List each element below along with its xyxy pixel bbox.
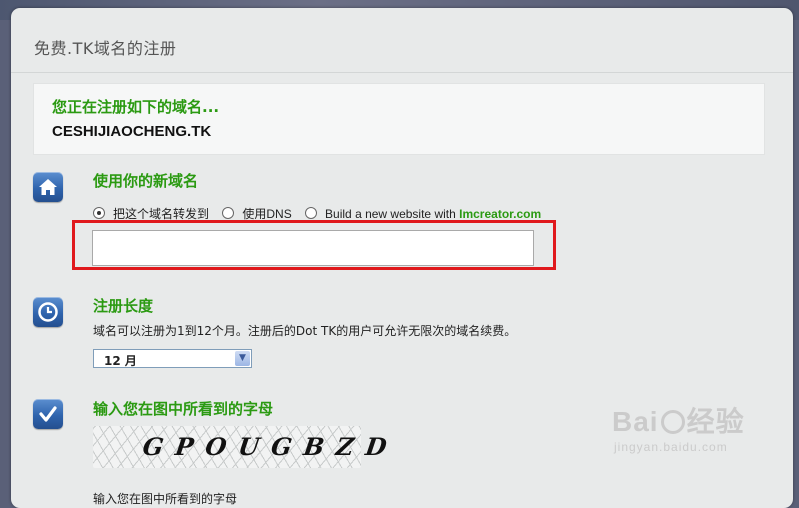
domain-name: CESHIJIAOCHENG.TK: [52, 123, 212, 140]
radio-website-builder[interactable]: Build a new website with Imcreator.com: [305, 207, 541, 221]
page-title: 免费.TK域名的注册: [34, 39, 177, 58]
radio-website-builder-label[interactable]: Build a new website with: [325, 207, 459, 221]
imcreator-link[interactable]: Imcreator.com: [459, 207, 541, 221]
domain-summary-box: 您正在注册如下的域名... CESHIJIAOCHENG.TK: [33, 83, 765, 155]
header-divider: [11, 72, 793, 73]
watermark-brand-right: 经验: [686, 406, 745, 437]
radio-forward[interactable]: 把这个域名转发到: [93, 207, 219, 221]
period-select[interactable]: 12 月 ▼: [93, 349, 252, 368]
checkmark-icon: [33, 399, 63, 429]
watermark-url: jingyan.baidu.com: [614, 440, 728, 454]
radio-dns[interactable]: 使用DNS: [222, 207, 301, 221]
red-highlight-box: [72, 220, 556, 270]
section-title-use-domain: 使用你的新域名: [93, 172, 199, 190]
captcha-image: GPOUGBZD: [93, 426, 401, 468]
radio-website-builder-indicator[interactable]: [305, 207, 318, 219]
length-description: 域名可以注册为1到12个月。注册后的Dot TK的用户可允许无限次的域名续费。: [93, 324, 517, 338]
period-select-value: 12 月: [104, 354, 137, 368]
section-title-captcha: 输入您在图中所看到的字母: [93, 400, 274, 418]
radio-dns-indicator[interactable]: [222, 207, 235, 219]
radio-forward-indicator[interactable]: [93, 207, 105, 219]
radio-forward-label[interactable]: 把这个域名转发到: [113, 207, 209, 221]
captcha-instruction: 输入您在图中所看到的字母: [93, 492, 238, 506]
clock-icon: [33, 297, 63, 327]
radio-dns-label[interactable]: 使用DNS: [242, 207, 291, 221]
captcha-text: GPOUGBZD: [140, 432, 401, 461]
baidu-jingyan-watermark: Bai 经验 jingyan.baidu.com: [612, 400, 745, 454]
section-title-length: 注册长度: [93, 297, 154, 315]
paw-icon: [660, 410, 685, 434]
home-icon: [33, 172, 63, 202]
chevron-down-icon[interactable]: ▼: [235, 351, 250, 366]
registering-notice: 您正在注册如下的域名...: [52, 98, 220, 116]
watermark-brand-left: Bai: [612, 406, 659, 437]
